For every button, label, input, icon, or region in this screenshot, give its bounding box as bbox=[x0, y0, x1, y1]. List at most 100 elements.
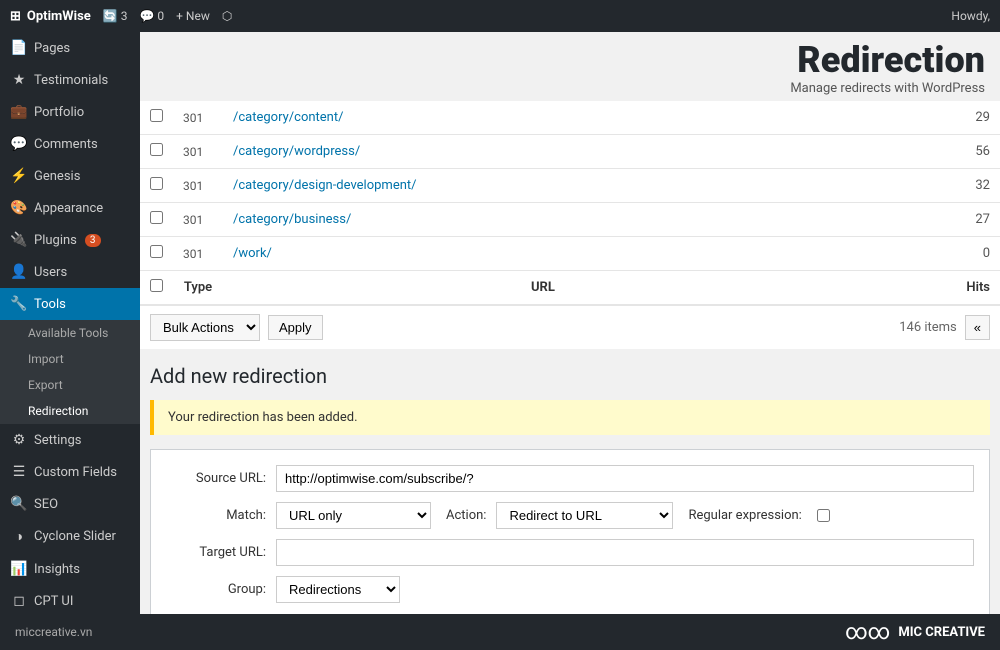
comment-count-link[interactable]: 💬 0 bbox=[139, 9, 164, 23]
sidebar-item-redirection[interactable]: Redirection bbox=[0, 398, 140, 424]
sidebar-item-appearance[interactable]: 🎨 Appearance bbox=[0, 192, 140, 224]
bulk-actions-select[interactable]: Bulk Actions bbox=[150, 314, 260, 341]
regex-label: Regular expression: bbox=[688, 508, 801, 523]
sidebar-item-available-tools[interactable]: Available Tools bbox=[0, 320, 140, 346]
tools-icon: 🔧 bbox=[10, 296, 28, 312]
target-url-row: Target URL: bbox=[166, 539, 974, 566]
tools-submenu: Available Tools Import Export Redirectio… bbox=[0, 320, 140, 424]
row-checkbox[interactable] bbox=[150, 211, 163, 224]
table-row: 301 /category/wordpress/ 56 bbox=[140, 135, 1000, 169]
content-area: Redirection Manage redirects with WordPr… bbox=[140, 32, 1000, 614]
hits-cell: 56 bbox=[863, 135, 1000, 169]
sidebar-item-portfolio[interactable]: 💼 Portfolio bbox=[0, 96, 140, 128]
sidebar-item-cyclone-slider[interactable]: ◑ Cyclone Slider bbox=[0, 520, 140, 553]
items-count: 146 items bbox=[899, 320, 957, 335]
portfolio-icon: 💼 bbox=[10, 104, 28, 120]
target-url-input[interactable] bbox=[276, 539, 974, 566]
sidebar-item-insights[interactable]: 📊 Insights bbox=[0, 553, 140, 585]
url-cell[interactable]: /category/design-development/ bbox=[223, 169, 863, 203]
bulk-bar: Bulk Actions Apply 146 items « bbox=[140, 305, 1000, 349]
url-cell[interactable]: /category/business/ bbox=[223, 203, 863, 237]
row-checkbox[interactable] bbox=[150, 177, 163, 190]
sidebar-item-import[interactable]: Import bbox=[0, 346, 140, 372]
bulk-bar-left: Bulk Actions Apply bbox=[150, 314, 323, 341]
redirect-table: 301 /category/content/ 29 301 /category/… bbox=[140, 101, 1000, 305]
row-checkbox[interactable] bbox=[150, 245, 163, 258]
hits-cell: 29 bbox=[863, 101, 1000, 135]
hits-cell: 32 bbox=[863, 169, 1000, 203]
table-header-row: Type URL Hits bbox=[140, 271, 1000, 305]
source-url-input[interactable] bbox=[276, 465, 974, 492]
cyclone-icon: ◑ bbox=[10, 528, 28, 545]
url-link[interactable]: /category/business/ bbox=[233, 212, 351, 227]
sidebar-item-label: Comments bbox=[34, 137, 98, 152]
url-cell[interactable]: /category/wordpress/ bbox=[223, 135, 863, 169]
regex-checkbox[interactable] bbox=[817, 509, 830, 522]
comments-icon: 💬 bbox=[10, 136, 28, 152]
sidebar-item-cpt-ui[interactable]: ◻ CPT UI bbox=[0, 585, 140, 614]
sidebar-item-seo[interactable]: 🔍 SEO bbox=[0, 488, 140, 520]
row-checkbox[interactable] bbox=[150, 109, 163, 122]
action-select[interactable]: Redirect to URLRedirect to random postPa… bbox=[496, 502, 673, 529]
sidebar-item-custom-fields[interactable]: ☰ Custom Fields bbox=[0, 456, 140, 488]
sidebar-item-label: Portfolio bbox=[34, 105, 84, 120]
apply-button[interactable]: Apply bbox=[268, 315, 323, 340]
sidebar-item-genesis[interactable]: ⚡ Genesis bbox=[0, 160, 140, 192]
sidebar-item-label: Appearance bbox=[34, 201, 103, 216]
sidebar-item-label: Genesis bbox=[34, 169, 80, 184]
footer-logo-icon: ∞∞ bbox=[845, 620, 890, 645]
success-notice: Your redirection has been added. bbox=[150, 400, 990, 435]
sidebar-item-pages[interactable]: 📄 Pages bbox=[0, 32, 140, 64]
banner-right: Redirection Manage redirects with WordPr… bbox=[790, 42, 985, 96]
wp-logo: ⊞ OptimWise bbox=[10, 9, 91, 24]
match-select[interactable]: URL onlyURL and referrerURL and user age… bbox=[276, 502, 431, 529]
items-count-area: 146 items « bbox=[899, 315, 990, 340]
settings-icon: ⚙ bbox=[10, 432, 28, 448]
pagination-first-button[interactable]: « bbox=[965, 315, 990, 340]
url-link[interactable]: /category/content/ bbox=[233, 110, 343, 125]
hits-cell: 0 bbox=[863, 237, 1000, 271]
table-row: 301 /category/business/ 27 bbox=[140, 203, 1000, 237]
url-link[interactable]: /category/wordpress/ bbox=[233, 144, 360, 159]
hits-cell: 27 bbox=[863, 203, 1000, 237]
new-link[interactable]: + New bbox=[176, 9, 210, 23]
appearance-icon: 🎨 bbox=[10, 200, 28, 216]
cpt-ui-icon: ◻ bbox=[10, 593, 28, 609]
url-cell[interactable]: /work/ bbox=[223, 237, 863, 271]
select-all-checkbox[interactable] bbox=[150, 279, 163, 292]
sidebar-item-label: SEO bbox=[34, 497, 58, 512]
users-icon: 👤 bbox=[10, 264, 28, 280]
banner-title: Redirection bbox=[790, 42, 985, 78]
sidebar-item-testimonials[interactable]: ★ Testimonials bbox=[0, 64, 140, 96]
group-select[interactable]: RedirectionsModified Posts bbox=[276, 576, 400, 603]
sidebar-item-tools[interactable]: 🔧 Tools bbox=[0, 288, 140, 320]
footer-site-url: miccreative.vn bbox=[15, 625, 92, 639]
sidebar-item-label: Plugins bbox=[34, 233, 77, 248]
target-url-label: Target URL: bbox=[166, 545, 266, 560]
sidebar-item-label: Custom Fields bbox=[34, 465, 117, 480]
url-cell[interactable]: /category/content/ bbox=[223, 101, 863, 135]
wp-icon: ⊞ bbox=[10, 9, 21, 24]
add-redirection-section: Add new redirection Your redirection has… bbox=[140, 349, 1000, 614]
sidebar-item-label: Insights bbox=[34, 562, 80, 577]
redirection-form: Source URL: Match: URL onlyURL and refer… bbox=[150, 449, 990, 614]
sidebar-item-settings[interactable]: ⚙ Settings bbox=[0, 424, 140, 456]
sidebar-item-users[interactable]: 👤 Users bbox=[0, 256, 140, 288]
testimonials-icon: ★ bbox=[10, 72, 28, 88]
comment-link[interactable]: 🔄 3 bbox=[103, 9, 128, 23]
sidebar-item-export[interactable]: Export bbox=[0, 372, 140, 398]
genesis-icon: ⚡ bbox=[10, 168, 28, 184]
url-link[interactable]: /category/design-development/ bbox=[233, 178, 417, 193]
site-name[interactable]: OptimWise bbox=[27, 9, 91, 24]
footer-right: ∞∞ MIC CREATIVE bbox=[845, 620, 985, 645]
row-checkbox[interactable] bbox=[150, 143, 163, 156]
sidebar-item-label: Pages bbox=[34, 41, 70, 56]
footer-logo-text: MIC CREATIVE bbox=[898, 625, 985, 640]
redirect-table-container: 301 /category/content/ 29 301 /category/… bbox=[140, 101, 1000, 305]
sidebar-item-plugins[interactable]: 🔌 Plugins 3 bbox=[0, 224, 140, 256]
sidebar-item-comments[interactable]: 💬 Comments bbox=[0, 128, 140, 160]
add-redirection-title: Add new redirection bbox=[150, 364, 990, 388]
match-label: Match: bbox=[166, 508, 266, 523]
url-link[interactable]: /work/ bbox=[233, 246, 272, 261]
type-cell: 301 bbox=[173, 237, 223, 271]
